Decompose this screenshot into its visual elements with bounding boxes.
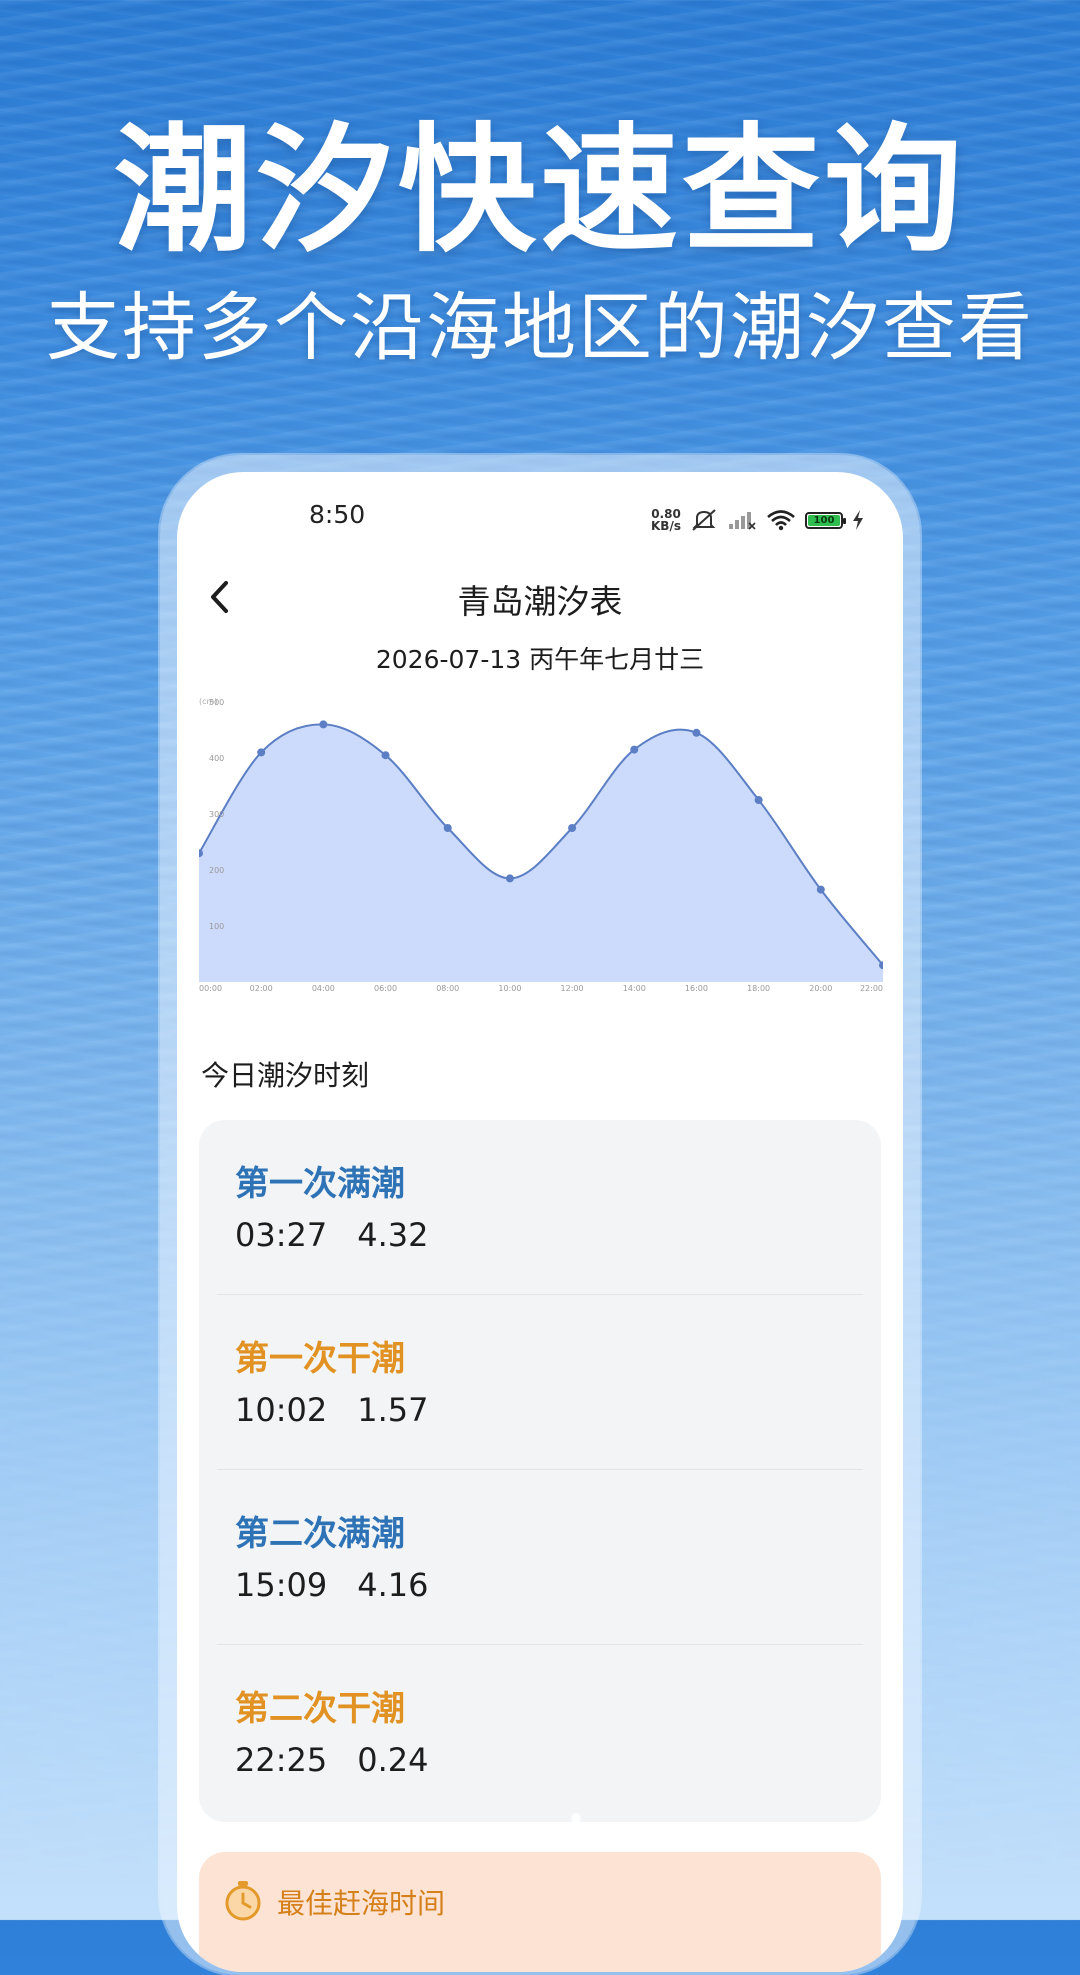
tide-item: 第二次满潮 15:09 4.16 [199, 1470, 881, 1645]
data-point [381, 751, 390, 760]
tide-time: 15:09 [235, 1566, 328, 1604]
battery-icon: 100 [804, 511, 846, 529]
tide-values: 10:02 1.57 [235, 1391, 428, 1429]
tide-area [199, 724, 883, 982]
mute-icon [692, 509, 716, 531]
x-tick-label: 06:00 [374, 984, 397, 992]
tide-item: 第二次干潮 22:25 0.24 [199, 1645, 881, 1820]
y-tick-label: 300 [209, 810, 224, 819]
x-tick-label: 18:00 [747, 984, 770, 992]
section-title: 今日潮汐时刻 [201, 1059, 370, 1092]
x-tick-label: 02:00 [250, 984, 273, 992]
tide-label: 第一次干潮 [235, 1339, 405, 1379]
tide-item: 第一次满潮 03:27 4.32 [199, 1120, 881, 1295]
best-time-label: 最佳赶海时间 [277, 1887, 446, 1920]
status-time: 8:50 [309, 500, 366, 529]
date-line: 2026-07-13 丙午年七月廿三 [375, 645, 705, 674]
tide-height: 4.32 [357, 1216, 429, 1254]
banner-headline: 潮汐快速查询 [113, 110, 966, 271]
x-tick-label: 12:00 [561, 984, 584, 992]
battery-level: 100 [807, 514, 840, 526]
data-point [505, 874, 514, 883]
data-point [443, 824, 452, 832]
wifi-icon [767, 510, 795, 531]
data-point [692, 728, 701, 737]
tide-time: 03:27 [235, 1216, 328, 1254]
x-tick-label: 04:00 [312, 984, 335, 992]
clock-icon [225, 1881, 261, 1921]
x-tick-label: 22:00 [860, 984, 883, 992]
x-tick-label: 08:00 [436, 984, 459, 992]
signal-icon [728, 512, 756, 530]
tide-time: 10:02 [235, 1391, 328, 1429]
y-axis-label: (cm) [199, 697, 217, 706]
banner-subhead: 支持多个沿海地区的潮汐查看 [46, 285, 1034, 371]
nav-bar: 青岛潮汐表 [177, 557, 903, 637]
charging-icon [852, 510, 863, 530]
net-speed-unit: KB/s [651, 519, 681, 533]
page-title: 青岛潮汐表 [457, 582, 623, 621]
y-tick-label: 200 [209, 866, 224, 875]
x-tick-label: 00:00 [199, 984, 222, 992]
data-point [630, 745, 639, 754]
tide-height: 0.24 [357, 1741, 429, 1779]
status-bar: 8:50 0.80 KB/s 100 [177, 500, 903, 540]
tide-values: 03:27 4.32 [235, 1216, 428, 1254]
tide-label: 第二次满潮 [235, 1514, 405, 1554]
data-point [816, 885, 825, 894]
y-tick-label: 400 [209, 754, 224, 763]
net-speed: 0.80 KB/s [651, 508, 681, 532]
page-indicator-dot [571, 1813, 581, 1823]
data-point [568, 824, 577, 832]
y-tick-label: 100 [209, 922, 224, 931]
tide-chart: 100200300400500 00:00 02:00 04:00 06:00 08:0… [199, 697, 883, 992]
tide-height: 4.16 [357, 1566, 429, 1604]
data-point [257, 748, 266, 757]
tide-height: 1.57 [357, 1391, 429, 1429]
tide-card: 第一次满潮 03:27 4.32 第一次干潮 10:02 1.57 第二次满潮 15… [199, 1120, 881, 1822]
best-time-card[interactable]: 最佳赶海时间 [199, 1852, 881, 1972]
x-tick-label: 20:00 [809, 984, 832, 992]
tide-values: 22:25 0.24 [235, 1741, 428, 1779]
x-tick-label: 10:00 [498, 984, 521, 992]
tide-label: 第一次满潮 [235, 1164, 405, 1204]
x-tick-label: 14:00 [623, 984, 646, 992]
status-icons: 0.80 KB/s 100 [651, 504, 865, 536]
data-point [754, 796, 763, 804]
phone-screen: 8:50 0.80 KB/s 100 青岛潮汐表 2026-07-13 丙午年七… [177, 472, 903, 1972]
tide-item: 第一次干潮 10:02 1.57 [199, 1295, 881, 1470]
tide-time: 22:25 [235, 1741, 328, 1779]
x-tick-label: 16:00 [685, 984, 708, 992]
data-point [319, 720, 328, 729]
tide-label: 第二次干潮 [235, 1689, 405, 1729]
tide-values: 15:09 4.16 [235, 1566, 428, 1604]
